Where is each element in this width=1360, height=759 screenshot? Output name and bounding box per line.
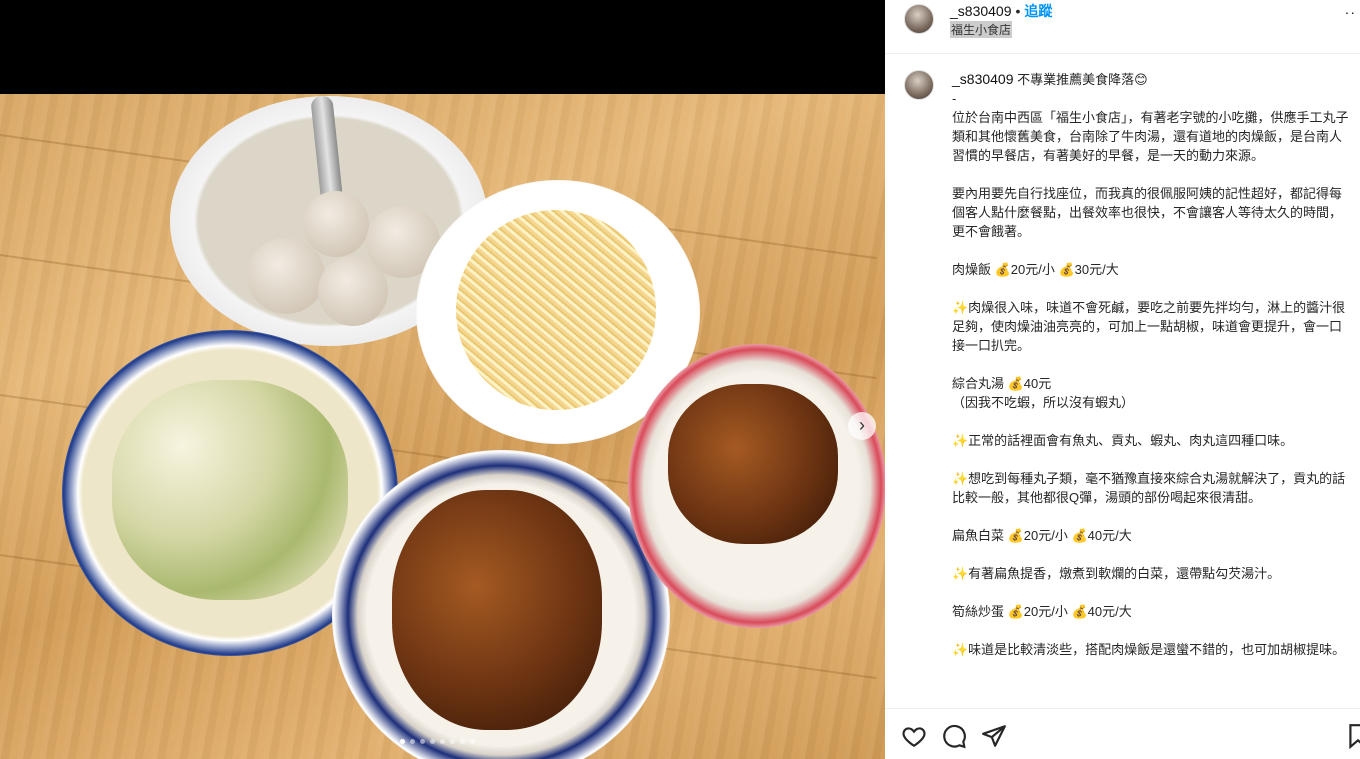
chevron-right-icon[interactable]: › bbox=[848, 412, 876, 440]
carousel-dot bbox=[450, 739, 455, 744]
separator: • bbox=[1015, 3, 1021, 19]
heart-icon[interactable] bbox=[901, 723, 927, 749]
instagram-post-viewer: › _s830409 • 追蹤 福生小食店 ·· _s830409 不專業推薦美食降… bbox=[0, 0, 1360, 759]
post-author-line: _s830409 • 追蹤 bbox=[950, 1, 1052, 21]
carousel-dot bbox=[420, 739, 425, 744]
carousel-dot bbox=[430, 739, 435, 744]
share-icon[interactable] bbox=[981, 723, 1007, 749]
carousel-dot bbox=[400, 739, 405, 744]
avatar[interactable] bbox=[904, 4, 934, 34]
action-bar bbox=[885, 708, 1360, 759]
food-photo[interactable] bbox=[0, 94, 885, 759]
caption-username[interactable]: _s830409 bbox=[952, 71, 1014, 87]
caption-avatar[interactable] bbox=[904, 70, 934, 100]
caption-body: _s830409 不專業推薦美食降落😊 - 位於台南中西區「福生小食店」，有著老… bbox=[952, 70, 1352, 659]
post-header: _s830409 • 追蹤 福生小食店 ·· bbox=[885, 0, 1360, 54]
braised-pork-rice-small bbox=[628, 344, 885, 628]
braised-pork-rice-large bbox=[332, 450, 670, 759]
username-link[interactable]: _s830409 bbox=[950, 3, 1012, 19]
carousel-dot bbox=[440, 739, 445, 744]
caption-text: 不專業推薦美食降落😊 - 位於台南中西區「福生小食店」，有著老字號的小吃攤，供應… bbox=[952, 72, 1349, 657]
carousel-dot bbox=[410, 739, 415, 744]
post-media: › bbox=[0, 0, 885, 759]
carousel-dot bbox=[460, 739, 465, 744]
carousel-dot bbox=[470, 739, 475, 744]
post-detail-panel: _s830409 • 追蹤 福生小食店 ·· _s830409 不專業推薦美食降落😊… bbox=[885, 0, 1360, 759]
follow-button[interactable]: 追蹤 bbox=[1024, 3, 1052, 19]
caption-section: _s830409 不專業推薦美食降落😊 - 位於台南中西區「福生小食店」，有著老… bbox=[885, 54, 1360, 708]
location-link[interactable]: 福生小食店 bbox=[950, 21, 1013, 38]
bookmark-icon[interactable] bbox=[1345, 723, 1360, 749]
comment-icon[interactable] bbox=[941, 723, 967, 749]
carousel-indicator bbox=[400, 739, 475, 744]
more-options-icon[interactable]: ·· bbox=[1345, 4, 1356, 20]
